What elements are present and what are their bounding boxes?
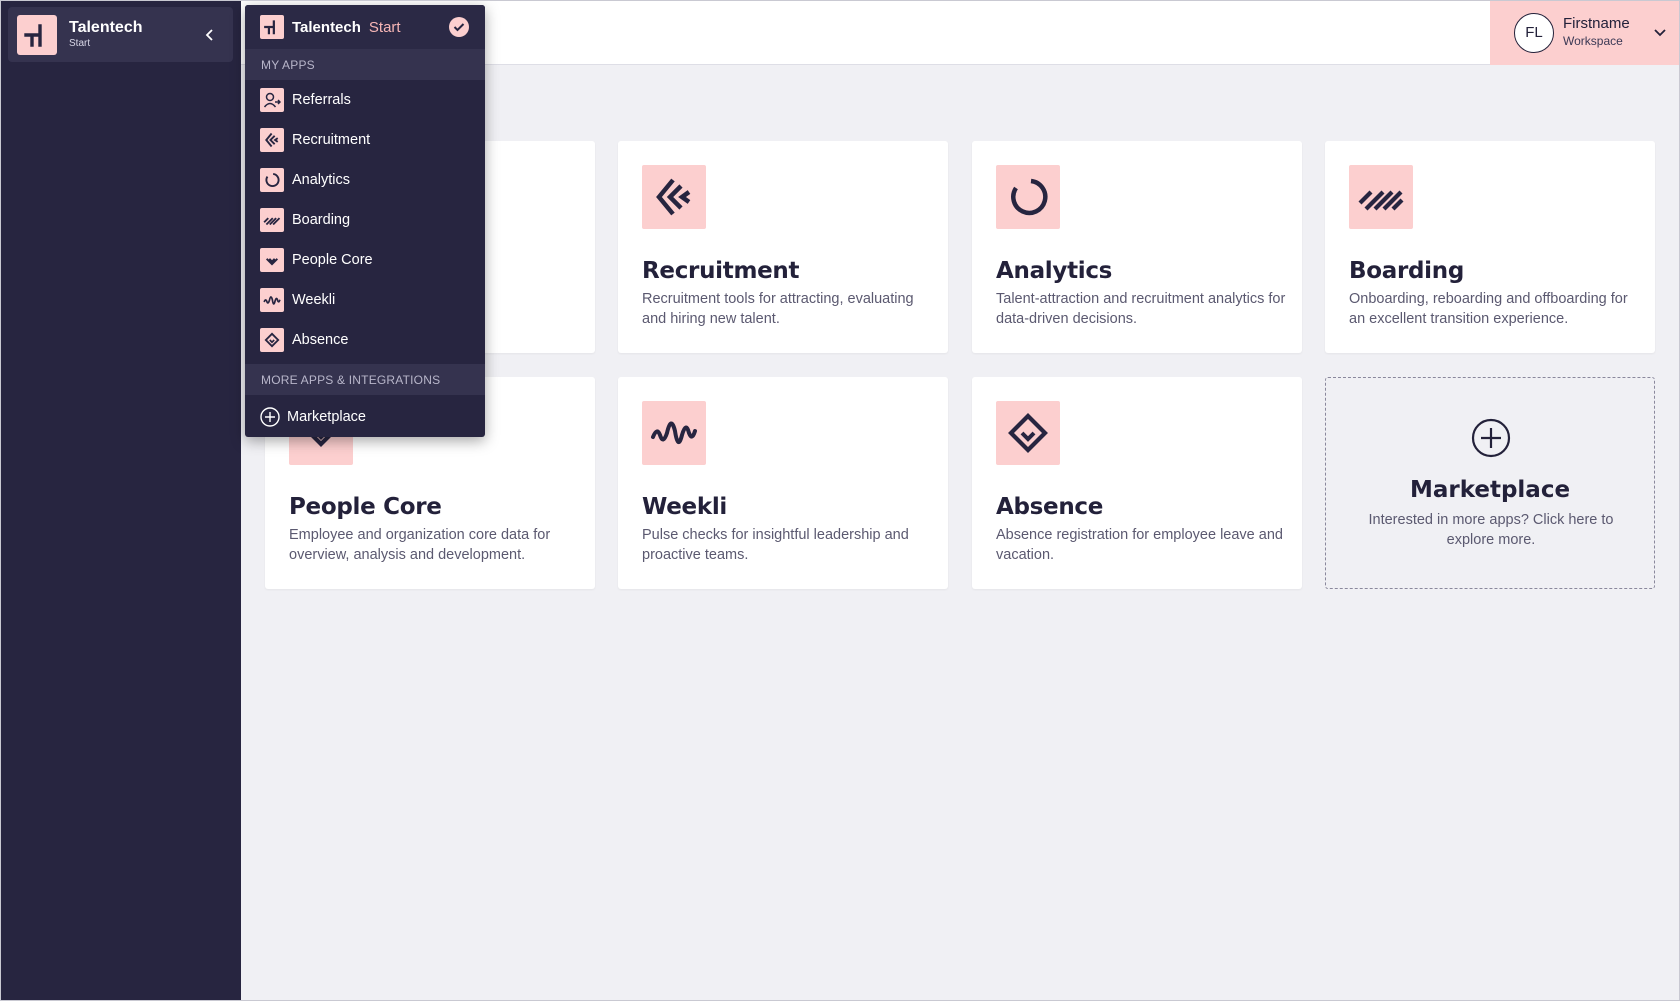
avatar: FL (1514, 12, 1554, 53)
card-description: Absence registration for employee leave … (996, 527, 1283, 563)
user-workspace: Workspace (1563, 34, 1623, 48)
dropdown-item-label: Analytics (292, 172, 351, 188)
dropdown-item-label: Referrals (292, 92, 351, 108)
app-card-absence[interactable]: Absence Absence registration for employe… (972, 377, 1302, 589)
marketplace-title: Marketplace (1409, 477, 1571, 503)
app-switcher-dropdown: Talentech Start MY APPS Referrals Recrui… (245, 5, 485, 437)
user-menu[interactable]: FL Firstname Workspace (1490, 0, 1680, 65)
card-title: Weekli (642, 494, 728, 520)
dropdown-item-label: Recruitment (292, 132, 371, 148)
brand-name: Talentech (69, 18, 143, 36)
people-core-icon (260, 248, 284, 272)
sidebar: Talentech Start (0, 0, 241, 1001)
boarding-icon (260, 208, 284, 232)
app-card-analytics[interactable]: Analytics Talent-attraction and recruitm… (972, 141, 1302, 353)
dropdown-item-marketplace[interactable]: Marketplace (245, 397, 485, 437)
add-circle-icon (1471, 418, 1511, 458)
dropdown-item-label: People Core (292, 252, 373, 268)
dropdown-item-label: Boarding (292, 212, 351, 228)
add-circle-icon (260, 407, 280, 427)
dropdown-item-label: Absence (292, 332, 349, 348)
collapse-sidebar-button[interactable] (195, 20, 225, 50)
referrals-icon (260, 88, 284, 112)
absence-icon (260, 328, 284, 352)
check-icon (449, 17, 469, 37)
dropdown-brand: Talentech (292, 18, 361, 36)
dropdown-item-analytics[interactable]: Analytics (245, 160, 485, 200)
app-switcher[interactable]: Talentech Start (8, 7, 233, 62)
analytics-icon (996, 165, 1060, 229)
brand-subtitle: Start (69, 37, 91, 49)
more-apps-header: MORE APPS & INTEGRATIONS (245, 364, 485, 395)
card-title: Absence (996, 494, 1104, 520)
marketplace-description: Interested in more apps? Click here to e… (1368, 512, 1614, 548)
dropdown-item-absence[interactable]: Absence (245, 320, 485, 360)
dropdown-item-people-core[interactable]: People Core (245, 240, 485, 280)
card-title: Boarding (1349, 258, 1464, 284)
app-card-boarding[interactable]: Boarding Onboarding, reboarding and offb… (1325, 141, 1655, 353)
card-title: People Core (289, 494, 442, 520)
marketplace-card[interactable]: Marketplace Interested in more apps? Cli… (1325, 377, 1655, 589)
absence-icon (996, 401, 1060, 465)
dropdown-item-referrals[interactable]: Referrals (245, 80, 485, 120)
chevron-left-icon (205, 28, 213, 41)
card-title: Analytics (996, 258, 1113, 284)
dropdown-item-label: Marketplace (287, 409, 366, 425)
app-card-recruitment[interactable]: Recruitment Recruitment tools for attrac… (618, 141, 948, 353)
card-title: Recruitment (642, 258, 800, 284)
recruitment-icon (260, 128, 284, 152)
boarding-icon (1349, 165, 1413, 229)
my-apps-header: MY APPS (245, 49, 485, 80)
dropdown-item-label: Weekli (292, 292, 336, 308)
user-name: Firstname (1563, 15, 1630, 32)
recruitment-icon (642, 165, 706, 229)
dropdown-item-weekli[interactable]: Weekli (245, 280, 485, 320)
card-description: Pulse checks for insightful leadership a… (642, 527, 909, 563)
dropdown-current-label: Start (368, 18, 401, 36)
card-description: Recruitment tools for attracting, evalua… (642, 291, 914, 327)
weekli-icon (260, 288, 284, 312)
card-description: Employee and organization core data for … (289, 527, 551, 563)
weekli-icon (642, 401, 706, 465)
dropdown-item-boarding[interactable]: Boarding (245, 200, 485, 240)
card-description: Onboarding, reboarding and offboarding f… (1349, 291, 1628, 327)
talentech-logo (17, 14, 57, 55)
dropdown-current-app[interactable]: Talentech Start (245, 5, 485, 49)
card-description: Talent-attraction and recruitment analyt… (996, 291, 1286, 327)
chevron-down-icon (1654, 28, 1666, 36)
dropdown-item-recruitment[interactable]: Recruitment (245, 120, 485, 160)
analytics-icon (260, 168, 284, 192)
talentech-logo (260, 15, 284, 39)
app-card-weekli[interactable]: Weekli Pulse checks for insightful leade… (618, 377, 948, 589)
